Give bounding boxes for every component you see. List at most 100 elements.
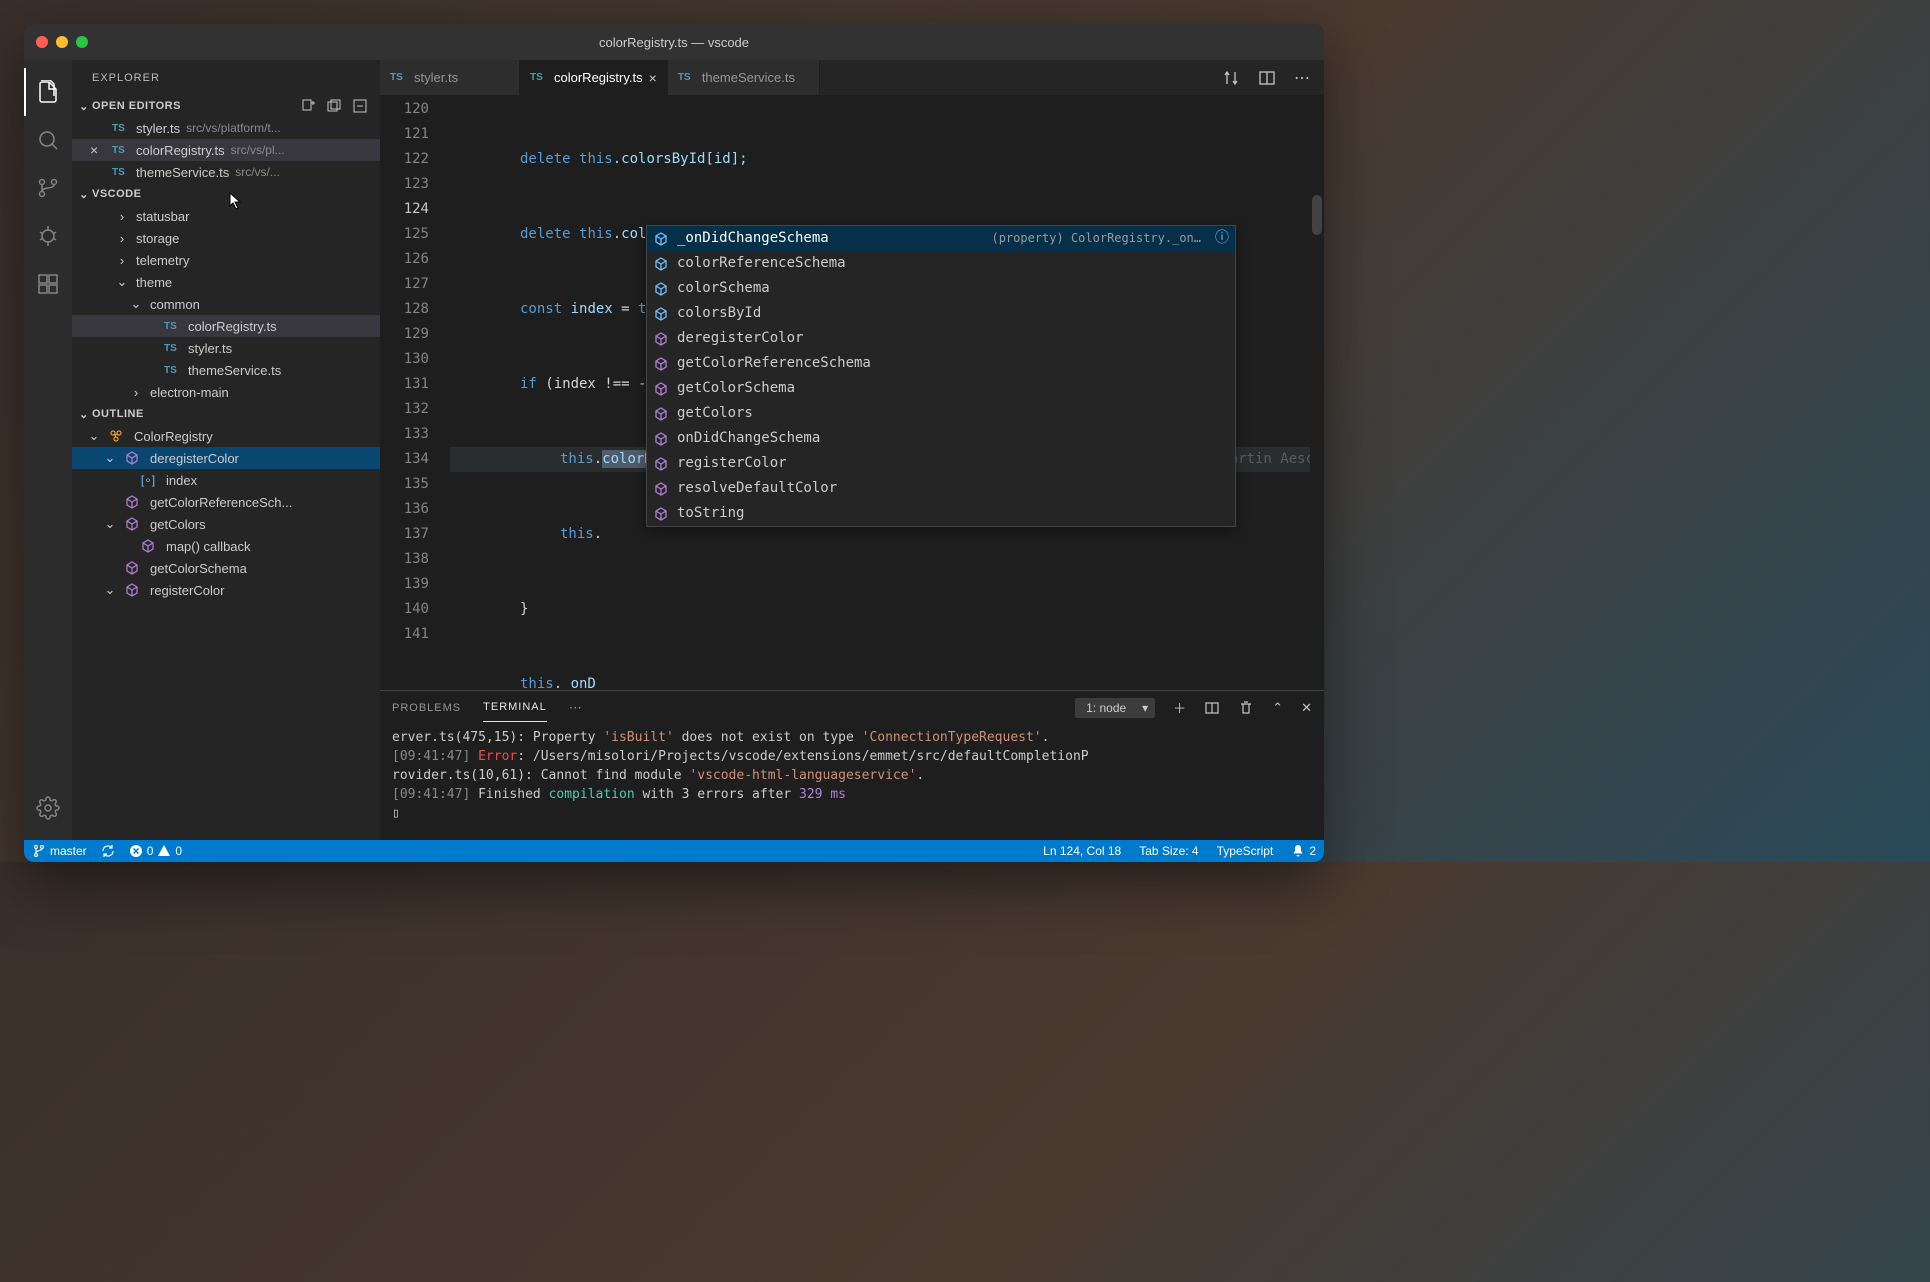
activity-explorer[interactable] [24, 68, 72, 116]
editor-tab[interactable]: TSstyler.ts× [380, 60, 520, 95]
suggest-item[interactable]: getColorReferenceSchema [647, 351, 1235, 376]
close-icon[interactable]: × [90, 142, 106, 158]
status-branch[interactable]: master [32, 844, 87, 858]
status-language[interactable]: TypeScript [1217, 844, 1274, 858]
suggest-item[interactable]: resolveDefaultColor [647, 476, 1235, 501]
suggest-doc: (property) ColorRegistry._on… [991, 226, 1201, 251]
status-notifications[interactable]: 2 [1291, 844, 1316, 858]
suggest-item[interactable]: colorSchema [647, 276, 1235, 301]
outline-item[interactable]: ⌄getColors [72, 513, 380, 535]
activity-scm[interactable] [24, 164, 72, 212]
tree-item[interactable]: ›statusbar [72, 205, 380, 227]
tree-item[interactable]: TSthemeService.ts [72, 359, 380, 381]
status-tabsize[interactable]: Tab Size: 4 [1139, 844, 1198, 858]
open-editor-item[interactable]: ×TSstyler.ts src/vs/platform/t... [72, 117, 380, 139]
collapse-all-icon[interactable] [352, 98, 368, 114]
line-number: 141 [380, 622, 429, 647]
tree-item[interactable]: ⌄theme [72, 271, 380, 293]
activity-settings[interactable] [24, 784, 72, 832]
suggest-item[interactable]: colorsById [647, 301, 1235, 326]
tree-item[interactable]: ⌄common [72, 293, 380, 315]
chevron-icon: › [128, 385, 144, 400]
terminal-select[interactable]: 1: node ▾ [1075, 698, 1155, 718]
editor-tab[interactable]: TScolorRegistry.ts× [520, 60, 668, 95]
chevron-up-icon[interactable]: ⌃ [1272, 700, 1283, 716]
suggest-widget[interactable]: _onDidChangeSchema(property) ColorRegist… [646, 225, 1236, 527]
minimap-thumb[interactable] [1312, 195, 1322, 235]
outline-item[interactable]: ⌄registerColor [72, 579, 380, 601]
minimize-window-button[interactable] [56, 36, 68, 48]
activity-extensions[interactable] [24, 260, 72, 308]
outline-item[interactable]: getColorSchema [72, 557, 380, 579]
symbol-method-icon [124, 582, 140, 598]
tab-label: styler.ts [414, 70, 458, 85]
suggest-item[interactable]: deregisterColor [647, 326, 1235, 351]
suggest-label: getColorReferenceSchema [677, 351, 871, 376]
tree-item[interactable]: TSstyler.ts [72, 337, 380, 359]
suggest-item[interactable]: registerColor [647, 451, 1235, 476]
symbol-class-icon [108, 428, 124, 444]
info-icon[interactable]: ⓘ [1215, 226, 1229, 251]
suggest-item[interactable]: toString [647, 501, 1235, 526]
suggest-item[interactable]: colorReferenceSchema [647, 251, 1235, 276]
more-icon[interactable]: ⋯ [569, 700, 582, 716]
tree-item[interactable]: ›storage [72, 227, 380, 249]
line-number: 123 [380, 172, 429, 197]
ts-file-icon: TS [164, 365, 182, 376]
status-cursor[interactable]: Ln 124, Col 18 [1043, 844, 1121, 858]
open-editors-header[interactable]: ⌄ OPEN EDITORS [72, 95, 380, 117]
panel-tab-problems[interactable]: PROBLEMS [392, 694, 461, 722]
close-tab-icon[interactable]: × [649, 70, 657, 86]
outline-item[interactable]: ⌄ColorRegistry [72, 425, 380, 447]
code-content[interactable]: delete this.colorsById[id]; delete this.… [450, 95, 1324, 690]
suggest-item[interactable]: onDidChangeSchema [647, 426, 1235, 451]
suggest-item[interactable]: getColors [647, 401, 1235, 426]
line-number: 139 [380, 572, 429, 597]
activity-search[interactable] [24, 116, 72, 164]
suggest-item[interactable]: _onDidChangeSchema(property) ColorRegist… [647, 226, 1235, 251]
chevron-down-icon: ⌄ [76, 408, 92, 421]
close-window-button[interactable] [36, 36, 48, 48]
suggest-item[interactable]: getColorSchema [647, 376, 1235, 401]
titlebar: colorRegistry.ts — vscode [24, 24, 1324, 60]
symbol-method-icon [653, 456, 669, 472]
open-editor-item[interactable]: ×TSthemeService.ts src/vs/... [72, 161, 380, 183]
workspace-header[interactable]: ⌄ VSCODE [72, 183, 380, 205]
compare-icon[interactable] [1222, 69, 1240, 87]
outline-header[interactable]: ⌄ OUTLINE [72, 403, 380, 425]
line-number: 124 [380, 197, 429, 222]
minimap[interactable] [1310, 95, 1324, 690]
editor-tab[interactable]: TSthemeService.ts× [668, 60, 820, 95]
file-path: src/vs/pl... [231, 143, 285, 157]
more-icon[interactable]: ⋯ [1294, 68, 1310, 88]
editor-body[interactable]: 1201211221231241251261271281291301311321… [380, 95, 1324, 690]
line-number: 122 [380, 147, 429, 172]
new-terminal-icon[interactable]: ＋ [1173, 698, 1186, 717]
outline-item[interactable]: map() callback [72, 535, 380, 557]
open-editor-item[interactable]: ×TScolorRegistry.ts src/vs/pl... [72, 139, 380, 161]
line-number: 138 [380, 547, 429, 572]
line-number: 132 [380, 397, 429, 422]
status-problems[interactable]: 0 0 [129, 844, 182, 858]
save-all-icon[interactable] [326, 98, 342, 114]
trash-icon[interactable] [1238, 700, 1254, 716]
split-terminal-icon[interactable] [1204, 700, 1220, 716]
outline-item[interactable]: [∘]index [72, 469, 380, 491]
status-sync[interactable] [101, 844, 115, 858]
warning-icon [157, 844, 171, 858]
tree-item[interactable]: ›electron-main [72, 381, 380, 403]
new-file-icon[interactable] [300, 98, 316, 114]
terminal-content[interactable]: erver.ts(475,15): Property 'isBuilt' doe… [380, 724, 1324, 840]
outline-item[interactable]: ⌄deregisterColor [72, 447, 380, 469]
split-editor-icon[interactable] [1258, 69, 1276, 87]
activity-debug[interactable] [24, 212, 72, 260]
tree-item[interactable]: ›telemetry [72, 249, 380, 271]
zoom-window-button[interactable] [76, 36, 88, 48]
outline-item[interactable]: getColorReferenceSch... [72, 491, 380, 513]
symbol-method-icon [124, 494, 140, 510]
close-panel-icon[interactable]: ✕ [1301, 700, 1312, 716]
sidebar-title: EXPLORER [72, 60, 380, 95]
panel-tab-terminal[interactable]: TERMINAL [483, 693, 547, 722]
editor-tabs: TSstyler.ts×TScolorRegistry.ts×TSthemeSe… [380, 60, 1324, 95]
tree-item[interactable]: TScolorRegistry.ts [72, 315, 380, 337]
